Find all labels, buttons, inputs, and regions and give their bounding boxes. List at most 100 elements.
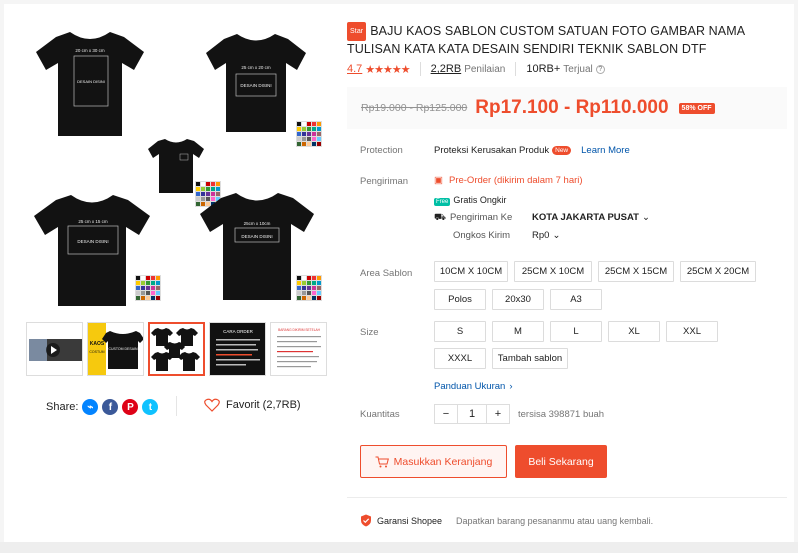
print-area-label: DESAIN DISINI: [77, 79, 105, 84]
quantity-input[interactable]: 1: [457, 405, 487, 423]
area-option[interactable]: 25CM X 10CM: [514, 261, 592, 282]
buy-now-button[interactable]: Beli Sekarang: [515, 445, 607, 478]
ship-to-label: Pengiriman Ke: [449, 212, 513, 223]
thumbnail-video[interactable]: [26, 322, 83, 376]
shipping-label: Pengiriman: [360, 176, 409, 187]
price-box: Rp19.000 - Rp125.000 Rp17.100 - Rp110.00…: [347, 87, 787, 129]
shipping-cost-label: Ongkos Kirim: [453, 230, 511, 241]
new-badge: New: [552, 146, 572, 155]
learn-more-link[interactable]: Learn More: [581, 145, 630, 156]
area-option[interactable]: 10CM X 10CM: [434, 261, 508, 282]
star-seller-badge: Star: [347, 22, 367, 41]
shirt-image-top-right: 25 cm x 20 cm DESAIN DISINI: [204, 30, 308, 136]
protection-label: Protection: [360, 145, 403, 156]
free-shipping-text: Gratis Ongkir: [453, 195, 507, 205]
page-footer-strip: [0, 542, 798, 553]
discounted-price: Rp17.100 - Rp110.000: [475, 97, 669, 118]
size-option[interactable]: XL: [608, 321, 660, 342]
calendar-icon: ▣: [434, 175, 443, 186]
size-option[interactable]: XXL: [666, 321, 718, 342]
rating-value[interactable]: 4.7: [347, 63, 362, 75]
quantity-increase-button[interactable]: +: [487, 405, 509, 423]
print-size-label: 20 cm x 30 cm: [75, 48, 105, 53]
thumbnail-shipping-info[interactable]: BARANG DIKIRIM SETELAH: [270, 322, 327, 376]
add-to-cart-label: Masukkan Keranjang: [393, 455, 493, 468]
review-count[interactable]: 2,2RB: [431, 63, 462, 75]
size-option[interactable]: L: [550, 321, 602, 342]
divider: [515, 62, 517, 76]
favorite-label: Favorit (2,7RB): [226, 399, 301, 411]
size-guide-link[interactable]: Panduan Ukuran ›: [434, 381, 512, 392]
free-shipping-row: Free Gratis Ongkir: [434, 195, 506, 206]
color-swatch-grid: [296, 121, 322, 147]
rating-row: 4.7 ★★★★★ 2,2RB Penilaian 10RB+ Terjual …: [347, 62, 605, 76]
thumb-text-custom-design: CUSTOM DESAIN: [108, 347, 138, 351]
shirt-image-top-left: 20 cm x 30 cm DESAIN DISINI: [34, 28, 146, 140]
area-sablon-label: Area Sablon: [360, 268, 413, 279]
truck-icon: ⛟: [434, 212, 446, 223]
size-option[interactable]: M: [492, 321, 544, 342]
messenger-icon[interactable]: ⌁: [82, 399, 99, 415]
ship-to-row: ⛟ Pengiriman Ke: [434, 212, 512, 224]
share-divider: [176, 396, 177, 416]
guarantee-label: Garansi Shopee: [377, 515, 443, 526]
thumb-text-info: BARANG DIKIRIM SETELAH: [278, 328, 320, 332]
print-area-label: DESAIN DISINI: [241, 234, 272, 239]
print-size-label: 25 cm x 15 cm: [78, 219, 108, 224]
discount-badge: 58% OFF: [678, 102, 715, 114]
shipping-cost-value: Rp0: [532, 230, 550, 241]
cart-icon: [375, 456, 389, 467]
ship-to-value: KOTA JAKARTA PUSAT: [532, 212, 639, 223]
shipping-cost-dropdown[interactable]: Rp0 ⌄: [532, 230, 560, 241]
divider: [419, 62, 421, 76]
heart-icon: [204, 398, 220, 412]
product-title: Star BAJU KAOS SABLON CUSTOM SATUAN FOTO …: [347, 22, 777, 58]
shopee-guarantee: Garansi Shopee Dapatkan barang pesananmu…: [360, 514, 653, 527]
thumbnail-multi-shirts[interactable]: [148, 322, 205, 376]
quantity-decrease-button[interactable]: −: [435, 405, 457, 423]
sold-count: 10RB+: [526, 63, 561, 75]
main-product-image[interactable]: 20 cm x 30 cm DESAIN DISINI 25 cm x 20 c…: [16, 14, 322, 314]
preorder-row: ▣ Pre-Order (dikirim dalam 7 hari): [434, 175, 583, 186]
stock-remaining: tersisa 398871 buah: [518, 409, 605, 420]
area-option[interactable]: A3: [550, 289, 602, 310]
pinterest-icon[interactable]: P: [122, 399, 139, 415]
chevron-right-icon: ›: [509, 381, 513, 392]
add-to-cart-button[interactable]: Masukkan Keranjang: [360, 445, 507, 478]
size-option[interactable]: Tambah sablon: [492, 348, 568, 369]
product-title-text: BAJU KAOS SABLON CUSTOM SATUAN FOTO GAMB…: [347, 24, 745, 56]
area-option[interactable]: 20x30: [492, 289, 544, 310]
info-icon[interactable]: ?: [595, 64, 605, 74]
quantity-label: Kuantitas: [360, 409, 400, 420]
area-option[interactable]: Polos: [434, 289, 486, 310]
rating-stars-icon: ★★★★★: [365, 63, 410, 76]
color-swatch-grid: [296, 275, 322, 301]
color-swatch-grid: [135, 275, 161, 301]
preorder-text: Pre-Order (dikirim dalam 7 hari): [448, 175, 583, 186]
facebook-icon[interactable]: f: [102, 399, 119, 415]
thumb-text-kaos: KAOS: [90, 341, 105, 347]
chevron-down-icon: ⌄: [552, 230, 561, 241]
share-row: Share: ⌁ f P t: [46, 399, 159, 415]
area-option[interactable]: 25CM X 15CM: [598, 261, 674, 282]
size-option[interactable]: XXXL: [434, 348, 486, 369]
shirt-image-bottom-left: 25 cm x 15 cm DESAIN DISINI: [32, 190, 152, 310]
size-option[interactable]: S: [434, 321, 486, 342]
print-area-label: DESAIN DISINI: [77, 239, 108, 244]
thumbnail-kaos-custom[interactable]: KAOS COSTUM CUSTOM DESAIN: [87, 322, 144, 376]
size-guide-text: Panduan Ukuran: [434, 381, 506, 392]
thumbnail-order-info[interactable]: CARA ORDER: [209, 322, 266, 376]
thumb-text-order: CARA ORDER: [223, 329, 254, 334]
favorite-button[interactable]: Favorit (2,7RB): [204, 398, 301, 412]
protection-text: Proteksi Kerusakan Produk: [434, 145, 550, 156]
area-option[interactable]: 25CM X 20CM: [680, 261, 756, 282]
free-shipping-icon: Free: [434, 198, 451, 206]
ship-to-dropdown[interactable]: KOTA JAKARTA PUSAT ⌄: [532, 212, 650, 223]
guarantee-description: Dapatkan barang pesananmu atau uang kemb…: [456, 515, 654, 526]
share-label: Share:: [46, 401, 79, 413]
protection-value: Proteksi Kerusakan Produk New Learn More: [434, 145, 630, 156]
twitter-icon[interactable]: t: [142, 399, 159, 415]
size-label: Size: [360, 327, 379, 338]
chevron-down-icon: ⌄: [641, 212, 650, 223]
original-price: Rp19.000 - Rp125.000: [361, 102, 468, 114]
